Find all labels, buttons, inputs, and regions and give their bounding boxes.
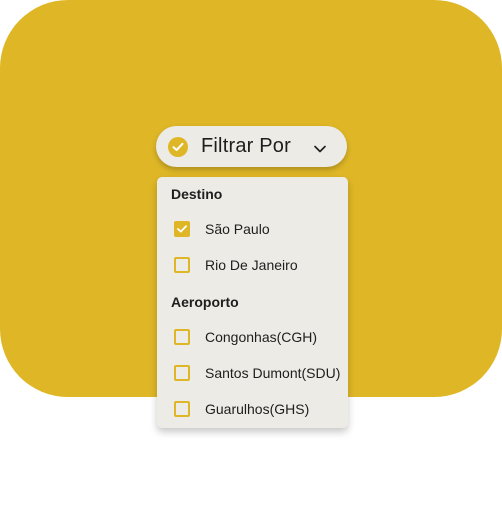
check-circle-icon [168, 136, 188, 157]
checkbox[interactable] [174, 257, 190, 273]
option-label: São Paulo [205, 221, 270, 237]
checkbox[interactable] [174, 365, 190, 381]
filter-dropdown-menu: Destino São Paulo Rio De Janeiro Aeropor… [157, 177, 348, 428]
option-santos-dumont[interactable]: Santos Dumont(SDU) [174, 364, 340, 382]
option-guarulhos[interactable]: Guarulhos(GHS) [174, 400, 309, 418]
option-sao-paulo[interactable]: São Paulo [174, 220, 270, 238]
checkbox[interactable] [174, 329, 190, 345]
filter-dropdown-button[interactable]: Filtrar Por [156, 126, 347, 167]
group-title-destino: Destino [171, 186, 223, 202]
option-label: Santos Dumont(SDU) [205, 365, 341, 381]
option-congonhas[interactable]: Congonhas(CGH) [174, 328, 317, 346]
option-label: Rio De Janeiro [205, 257, 298, 273]
option-label: Congonhas(CGH) [205, 329, 318, 345]
group-title-aeroporto: Aeroporto [171, 294, 239, 310]
option-rio-de-janeiro[interactable]: Rio De Janeiro [174, 256, 298, 274]
checkbox[interactable] [174, 401, 190, 417]
checkbox-checked[interactable] [174, 221, 190, 237]
chevron-down-icon[interactable] [314, 141, 326, 153]
option-label: Guarulhos(GHS) [205, 401, 310, 417]
stage: Filtrar Por Destino São Paulo Rio De Jan… [0, 0, 502, 517]
filter-label: Filtrar Por [201, 135, 291, 157]
